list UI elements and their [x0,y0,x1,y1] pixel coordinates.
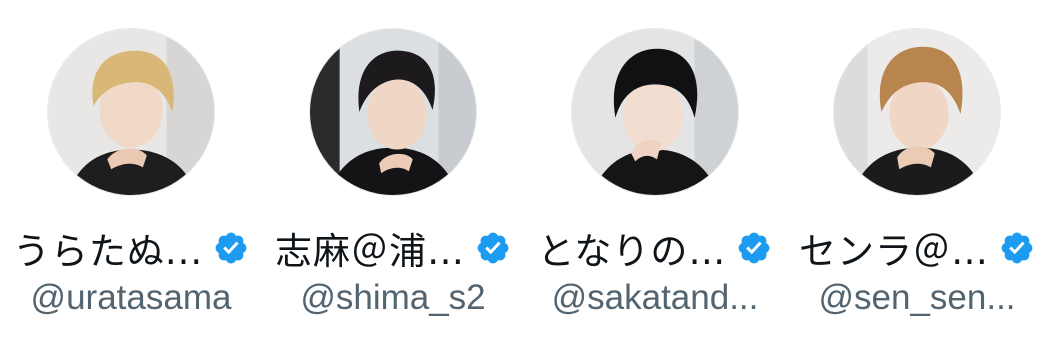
username[interactable]: @sakatand... [524,278,786,318]
verified-badge-icon [477,232,509,264]
display-name[interactable]: 志麻＠浦… [275,221,465,275]
display-name-row: となりの… [524,218,786,278]
avatar[interactable] [309,28,477,196]
display-name[interactable]: となりの… [538,221,727,275]
username[interactable]: @shima_s2 [262,278,524,318]
avatar[interactable] [571,28,739,196]
account-list: うらたぬ... @uratasama 志麻＠浦… @shima_s2 となりの…… [0,0,1054,351]
account-card-uratasama[interactable]: うらたぬ... @uratasama [0,0,262,351]
account-card-shima[interactable]: 志麻＠浦… @shima_s2 [262,0,524,351]
display-name-row: うらたぬ... [0,218,262,278]
username[interactable]: @sen_sen... [786,278,1048,318]
profile-photo-icon [310,29,476,195]
display-name[interactable]: センラ＠… [799,221,989,275]
profile-photo-icon [572,29,738,195]
display-name[interactable]: うらたぬ... [13,221,203,275]
verified-badge-icon [739,232,770,264]
verified-badge-icon [215,232,247,264]
avatar[interactable] [833,28,1001,196]
username[interactable]: @uratasama [0,278,262,318]
display-name-row: センラ＠… [786,218,1048,278]
display-name-row: 志麻＠浦… [262,218,524,278]
profile-photo-icon [48,29,214,195]
avatar[interactable] [47,28,215,196]
account-card-sen[interactable]: センラ＠… @sen_sen... [786,0,1048,351]
account-card-sakatandesu[interactable]: となりの… @sakatand... [524,0,786,351]
profile-photo-icon [834,29,1000,195]
verified-badge-icon [1001,232,1033,264]
